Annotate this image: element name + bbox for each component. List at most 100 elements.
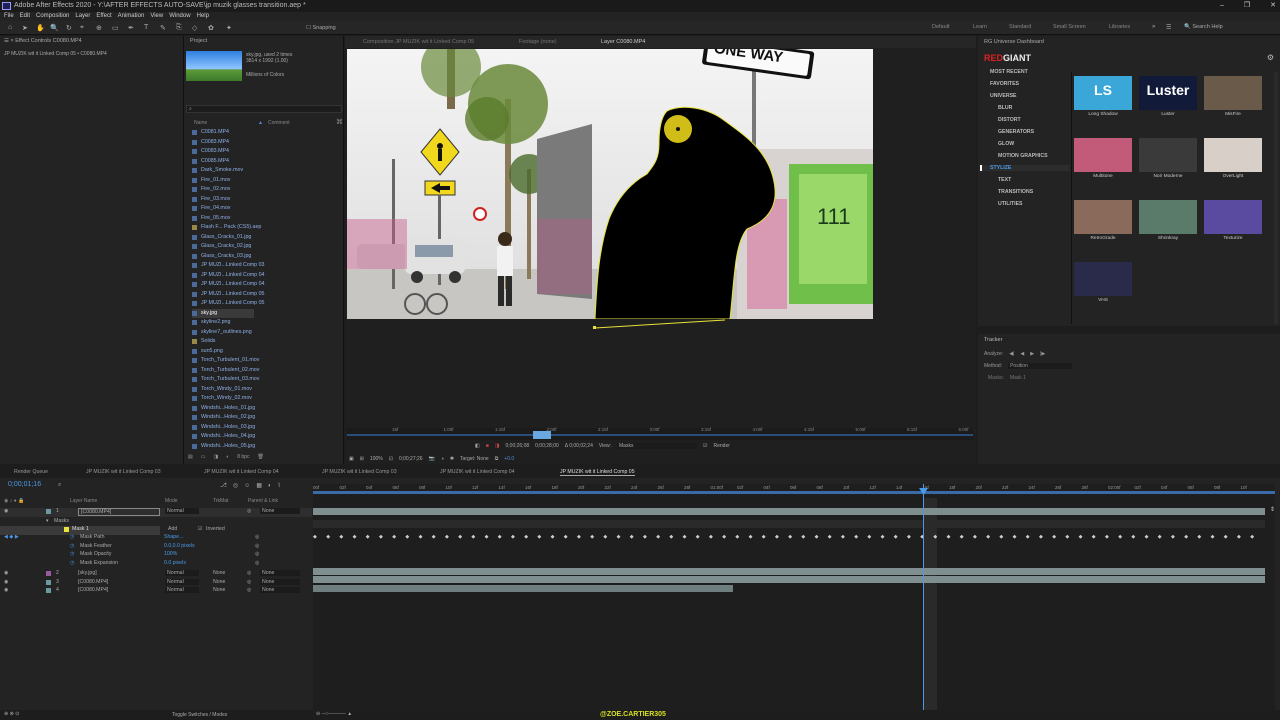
menu-edit[interactable]: Edit bbox=[20, 12, 30, 21]
keyframe-icon[interactable]: ◆ bbox=[696, 534, 700, 540]
project-file-item[interactable]: Glass_Cracks_01.jpg bbox=[192, 233, 342, 243]
keyframe-icon[interactable]: ◆ bbox=[1105, 534, 1109, 540]
keyframe-icon[interactable]: ◆ bbox=[445, 534, 449, 540]
keyframe-icon[interactable]: ◆ bbox=[392, 534, 396, 540]
eye-icon[interactable]: ◉ bbox=[4, 570, 9, 576]
workspace-libraries[interactable]: Libraries bbox=[1109, 24, 1130, 30]
layer-time-ruler[interactable]: 15f 1:00f 1:15f 2:00f 2:15f 3:00f 3:15f 4:00f 4:… bbox=[347, 427, 973, 440]
mask-prop-link-icon[interactable]: ◎ bbox=[255, 543, 260, 549]
analyze-forward-frame-icon[interactable]: |▶ bbox=[1040, 351, 1045, 357]
timeline-tab[interactable]: JP MUZIK wit it Linked Comp 03 bbox=[322, 469, 397, 475]
keyframe-icon[interactable]: ◆ bbox=[709, 534, 713, 540]
show-snapshot-icon[interactable]: ◑ bbox=[441, 456, 444, 462]
type-tool-icon[interactable]: T bbox=[144, 24, 148, 31]
keyframe-icon[interactable]: ◆ bbox=[1118, 534, 1122, 540]
rg-category-most-recent[interactable]: MOST RECENT bbox=[990, 69, 1028, 75]
label-color-icon[interactable] bbox=[46, 509, 51, 514]
keyframe-icon[interactable]: ◆ bbox=[1250, 534, 1254, 540]
menu-help[interactable]: Help bbox=[197, 12, 209, 21]
stopwatch-icon[interactable]: ◷ bbox=[70, 560, 75, 566]
fit-icon[interactable]: ⊡ bbox=[389, 456, 393, 462]
zoom-slider[interactable]: ⊖ ─○───── ▲ bbox=[316, 711, 352, 717]
layer-name[interactable]: [sky.jpg] bbox=[78, 570, 97, 576]
keyframe-icon[interactable]: ◆ bbox=[1131, 534, 1135, 540]
zoom-dropdown[interactable]: 100% bbox=[370, 456, 383, 462]
keyframe-icon[interactable]: ◆ bbox=[339, 534, 343, 540]
project-file-item[interactable]: JP MUZI...Linked Comp 04 bbox=[192, 271, 342, 281]
keyframe-icon[interactable]: ◆ bbox=[564, 534, 568, 540]
stopwatch-icon[interactable]: ◷ bbox=[70, 543, 75, 549]
keyframe-icon[interactable]: ◆ bbox=[656, 534, 660, 540]
mask-prop-link-icon[interactable]: ◎ bbox=[255, 551, 260, 557]
keyframe-icon[interactable]: ◆ bbox=[801, 534, 805, 540]
project-file-item[interactable]: Fire_02.mov bbox=[192, 185, 342, 195]
keyframe-icon[interactable]: ◆ bbox=[590, 534, 594, 540]
label-color-icon[interactable] bbox=[46, 571, 51, 576]
keyframe-icon[interactable]: ◆ bbox=[960, 534, 964, 540]
snapping-toggle[interactable]: ☐ Snapping bbox=[306, 25, 336, 31]
interpret-footage-icon[interactable]: ▤ bbox=[188, 454, 193, 464]
record-icon[interactable]: ■ bbox=[486, 443, 489, 449]
method-dropdown[interactable]: Position bbox=[1008, 363, 1073, 369]
menu-composition[interactable]: Composition bbox=[36, 12, 69, 21]
mode-dropdown[interactable]: Normal bbox=[165, 508, 199, 514]
rg-tile-noir-moderne[interactable] bbox=[1139, 138, 1197, 172]
layer-row[interactable]: ◉ 2 [sky.jpg] Normal None ◎ None bbox=[0, 570, 312, 579]
eraser-tool-icon[interactable]: ◇ bbox=[192, 24, 197, 32]
workspace-menu-icon[interactable]: ☰ bbox=[1166, 24, 1171, 31]
pickwhip-icon[interactable]: ◎ bbox=[247, 579, 252, 585]
mode-dropdown[interactable]: Normal bbox=[165, 570, 199, 576]
keyframe-icon[interactable]: ◆ bbox=[1237, 534, 1241, 540]
keyframe-icon[interactable]: ◆ bbox=[1158, 534, 1162, 540]
region-icon[interactable]: ▣ bbox=[349, 456, 354, 462]
parent-dropdown[interactable]: None bbox=[260, 508, 300, 514]
stopwatch-icon[interactable]: ◷ bbox=[70, 534, 75, 540]
project-file-item[interactable]: Windshi...Holes_03.jpg bbox=[192, 423, 342, 433]
footer-render-icons[interactable]: ⊕ ⊗ ⊙ bbox=[4, 711, 19, 717]
mask-prop-value[interactable]: 0.0,0.0 pixels bbox=[164, 543, 195, 549]
rg-category-universe[interactable]: UNIVERSE bbox=[990, 93, 1017, 99]
mask-row[interactable]: ◷ Mask Opacity 100% ◎ bbox=[0, 551, 312, 560]
project-tab[interactable]: Project bbox=[190, 38, 207, 44]
keyframe-icon[interactable]: ◆ bbox=[498, 534, 502, 540]
keyframe-icon[interactable]: ◆ bbox=[326, 534, 330, 540]
keyframe-icon[interactable]: ◆ bbox=[815, 534, 819, 540]
keyframe-icon[interactable]: ◆ bbox=[867, 534, 871, 540]
analyze-back-frame-icon[interactable]: ◀| bbox=[1009, 351, 1014, 357]
tab-composition[interactable]: Composition JP MUZIK wit it Linked Comp … bbox=[363, 39, 474, 45]
project-file-item[interactable]: Torch_Turbulent_03.mov bbox=[192, 375, 342, 385]
project-file-item[interactable]: C0085.MP4 bbox=[192, 157, 342, 167]
keyframe-icon[interactable]: ◆ bbox=[933, 534, 937, 540]
timeline-tab[interactable]: Render Queue bbox=[14, 469, 48, 475]
pickwhip-icon[interactable]: ◎ bbox=[247, 587, 252, 593]
rg-category-stylize[interactable]: STYLIZE bbox=[980, 165, 1070, 171]
inverted-checkbox[interactable]: ☑ bbox=[198, 526, 203, 532]
rg-category-favorites[interactable]: FAVORITES bbox=[990, 81, 1019, 87]
project-file-item[interactable]: C0083.MP4 bbox=[192, 147, 342, 157]
timeline-tab[interactable]: JP MUZIK wit it Linked Comp 05 bbox=[560, 469, 635, 476]
work-area-bar[interactable] bbox=[313, 491, 1275, 494]
project-file-item[interactable]: Fire_05.mov bbox=[192, 214, 342, 224]
eye-icon[interactable]: ◉ bbox=[4, 579, 9, 585]
keyframe-icon[interactable]: ◆ bbox=[841, 534, 845, 540]
rg-tile-vhs[interactable] bbox=[1074, 262, 1132, 296]
label-color-icon[interactable] bbox=[46, 580, 51, 585]
keyframe-icon[interactable]: ◆ bbox=[313, 534, 317, 540]
bpc-label[interactable]: 8 bpc bbox=[237, 454, 249, 464]
project-file-item[interactable]: Flash F... Pack (CS5).aep bbox=[192, 223, 342, 233]
parent-dropdown[interactable]: None bbox=[260, 570, 300, 576]
col-layer-name[interactable]: Layer Name bbox=[70, 498, 97, 504]
rg-category-motion-graphics[interactable]: MOTION GRAPHICS bbox=[998, 153, 1048, 159]
track-area[interactable]: 00f 02f 04f 06f 08f 10f 12f 14f 16f 18f 20f 22f 24f 2… bbox=[313, 484, 1275, 710]
keyframe-icon[interactable]: ◆ bbox=[735, 534, 739, 540]
puppet-tool-icon[interactable]: ✦ bbox=[226, 24, 232, 32]
rg-tab[interactable]: RG Universe Dashboard bbox=[984, 39, 1044, 45]
keyframe-icon[interactable]: ◆ bbox=[405, 534, 409, 540]
layer-name[interactable]: [C0080.MP4] bbox=[78, 579, 108, 585]
keyframe-icon[interactable]: ◆ bbox=[1065, 534, 1069, 540]
project-file-item[interactable]: Windshi...Holes_01.jpg bbox=[192, 404, 342, 414]
keyframe-icon[interactable]: ◆ bbox=[1224, 534, 1228, 540]
rg-category-transitions[interactable]: TRANSITIONS bbox=[998, 189, 1033, 195]
keyframe-icon[interactable]: ◆ bbox=[617, 534, 621, 540]
new-folder-icon[interactable]: ▭ bbox=[201, 454, 206, 464]
